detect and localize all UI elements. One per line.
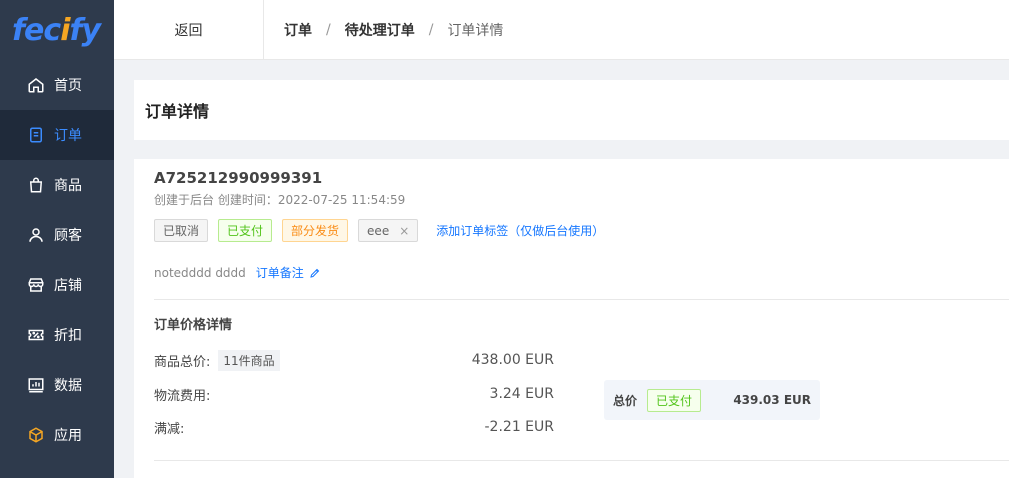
sidebar-item-label: 数据 — [54, 378, 82, 394]
sidebar-item-label: 店铺 — [54, 278, 82, 294]
sidebar-item-label: 订单 — [54, 128, 82, 144]
sidebar-item-discounts[interactable]: 折扣 — [0, 310, 114, 360]
sidebar-item-products[interactable]: 商品 — [0, 160, 114, 210]
title-card: 订单详情 — [134, 80, 1009, 140]
logo[interactable]: fecify — [0, 0, 114, 60]
back-button[interactable]: 返回 — [114, 0, 264, 60]
add-order-tag-link[interactable]: 添加订单标签（仅做后台使用） — [436, 222, 604, 239]
item-count-badge: 11件商品 — [218, 349, 280, 371]
sidebar-item-home[interactable]: 首页 — [0, 60, 114, 110]
cube-icon — [26, 425, 46, 445]
status-badge-paid: 已支付 — [647, 388, 702, 412]
total-box: 总价 已支付 439.03 EUR — [604, 380, 820, 420]
pencil-icon — [310, 268, 320, 278]
custom-tag-label: eee — [367, 223, 390, 238]
sidebar-item-label: 折扣 — [54, 328, 82, 344]
user-icon — [26, 225, 46, 245]
sidebar-item-apps[interactable]: 应用 — [0, 410, 114, 460]
sidebar-item-label: 首页 — [54, 78, 82, 94]
note-row: notedddd dddd 订单备注 — [154, 264, 321, 281]
sidebar-item-orders[interactable]: 订单 — [0, 110, 114, 160]
price-row-discount: 满减: -2.21 EUR — [154, 415, 554, 439]
price-details-title: 订单价格详情 — [154, 318, 233, 333]
price-label: 满减: — [154, 421, 185, 437]
sidebar-item-analytics[interactable]: 数据 — [0, 360, 114, 410]
home-icon — [26, 75, 46, 95]
order-note-text: notedddd dddd — [154, 265, 246, 280]
logo-text: fecify — [12, 12, 101, 48]
close-icon[interactable]: × — [399, 224, 409, 238]
divider — [154, 299, 1009, 300]
breadcrumb-pending-orders[interactable]: 待处理订单 — [345, 20, 415, 40]
order-number: A725212990999391 — [154, 169, 323, 187]
order-tags: 已取消 已支付 部分发货 eee × 添加订单标签（仅做后台使用） — [154, 219, 604, 242]
page-title: 订单详情 — [145, 102, 210, 121]
edit-note-link[interactable]: 订单备注 — [256, 264, 321, 281]
price-value: 438.00 EUR — [471, 352, 554, 368]
order-meta: 创建于后台 创建时间：2022-07-25 11:54:59 — [154, 193, 406, 207]
divider — [154, 460, 1009, 461]
status-badge-paid: 已支付 — [218, 219, 273, 242]
custom-tag: eee × — [358, 219, 419, 242]
sidebar-item-store[interactable]: 店铺 — [0, 260, 114, 310]
sidebar-item-label: 顾客 — [54, 228, 82, 244]
price-label: 物流费用: — [154, 388, 211, 404]
discount-icon — [26, 325, 46, 345]
breadcrumb-orders[interactable]: 订单 — [284, 20, 312, 40]
top-bar: 返回 订单 / 待处理订单 / 订单详情 — [114, 0, 1009, 60]
chart-icon — [26, 375, 46, 395]
sidebar-item-customers[interactable]: 顾客 — [0, 210, 114, 260]
order-icon — [26, 125, 46, 145]
order-detail-card: A725212990999391 创建于后台 创建时间：2022-07-25 1… — [134, 159, 1009, 478]
price-row-shipping: 物流费用: 3.24 EUR — [154, 382, 554, 406]
total-value: 439.03 EUR — [733, 393, 811, 407]
total-label: 总价 — [613, 393, 638, 408]
status-badge-partial-shipped: 部分发货 — [282, 219, 349, 242]
breadcrumb-current: 订单详情 — [447, 22, 504, 39]
price-label: 商品总价: — [154, 354, 211, 370]
breadcrumb-separator: / — [428, 21, 434, 38]
price-value: -2.21 EUR — [484, 419, 555, 435]
breadcrumb-separator: / — [326, 21, 331, 38]
price-value: 3.24 EUR — [489, 386, 554, 402]
store-icon — [26, 275, 46, 295]
status-badge-cancelled: 已取消 — [154, 219, 209, 242]
sidebar-item-label: 商品 — [54, 178, 82, 194]
sidebar-item-label: 应用 — [54, 428, 82, 444]
breadcrumb: 订单 / 待处理订单 / 订单详情 — [264, 20, 503, 40]
bag-icon — [26, 175, 46, 195]
price-row-subtotal: 商品总价: 11件商品 438.00 EUR — [154, 348, 554, 372]
sidebar: fecify 首页 订单 商品 顾客 店铺 折扣 数据 应用 — [0, 0, 114, 478]
edit-note-label: 订单备注 — [255, 266, 304, 280]
